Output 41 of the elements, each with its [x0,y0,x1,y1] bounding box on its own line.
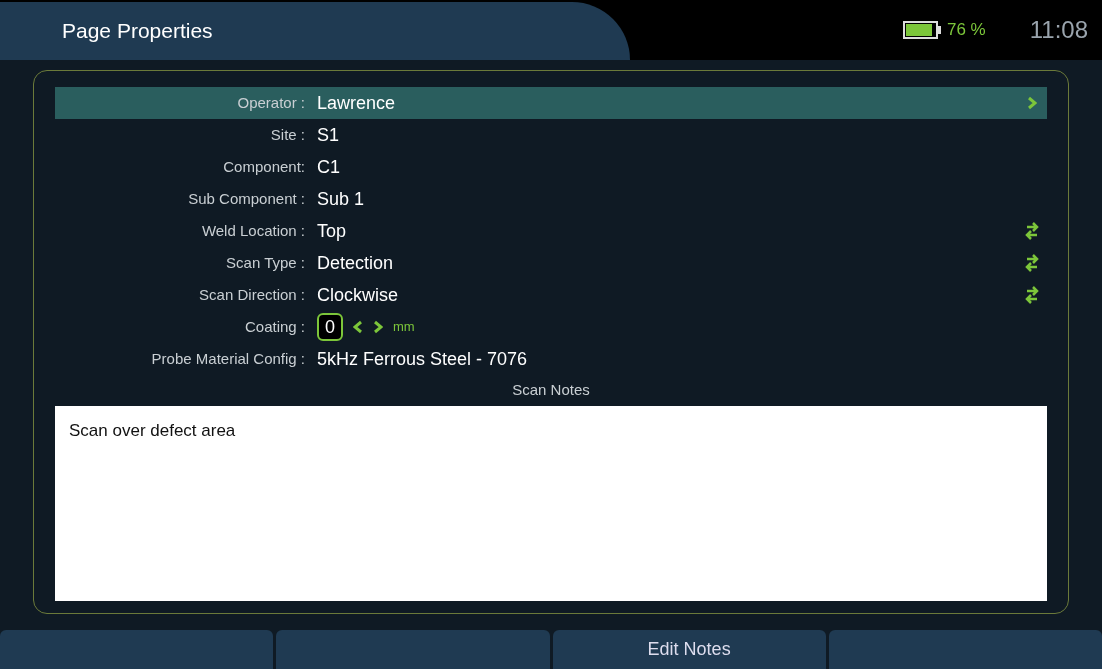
unit-label: mm [393,318,415,337]
property-row[interactable]: Coating : 0 mm [55,311,1047,343]
property-row[interactable]: Operator : Lawrence [55,87,1047,119]
coating-input[interactable]: 0 [317,313,343,341]
field-value: 5kHz Ferrous Steel - 7076 [317,347,528,371]
swap-arrows-icon[interactable] [1024,221,1040,241]
battery-percent: 76 % [946,19,986,42]
field-value: Lawrence [317,91,396,115]
field-label: Coating : [243,316,305,337]
property-row[interactable]: Sub Component : Sub 1 [55,183,1047,215]
field-value: S1 [317,123,340,147]
next-chevron-icon[interactable] [1027,96,1037,110]
field-label: Scan Type : [225,252,305,273]
property-row[interactable]: Probe Material Config : 5kHz Ferrous Steel - 7076 [55,343,1047,375]
field-label: Site : [269,124,305,145]
swap-arrows-icon[interactable] [1024,253,1040,273]
swap-arrows-icon[interactable] [1024,285,1040,305]
property-row[interactable]: Scan Direction : Clockwise [55,279,1047,311]
property-row[interactable]: Scan Type : Detection [55,247,1047,279]
field-value: C1 [317,155,340,179]
notes-heading: Scan Notes [511,380,591,400]
battery-icon [902,21,943,39]
field-value: Sub 1 [317,187,365,211]
softkey-button[interactable]: Edit Notes [552,630,826,669]
field-value: Top [317,219,347,243]
field-label: Component: [222,156,305,177]
field-value: Detection [317,251,394,275]
field-value: Clockwise [317,283,399,307]
property-row[interactable]: Component: C1 [55,151,1047,183]
field-label: Probe Material Config : [150,348,305,369]
increase-chevron-icon[interactable] [373,320,383,334]
field-label: Operator : [236,92,305,113]
page-title: Page Properties [62,18,213,45]
notes-text: Scan over defect area [69,420,236,440]
decrease-chevron-icon[interactable] [353,320,363,334]
clock-time: 11:08 [1029,15,1088,45]
field-label: Sub Component : [187,188,305,209]
field-label: Scan Direction : [198,284,305,305]
field-label: Weld Location : [200,220,305,241]
property-row[interactable]: Site : S1 [55,119,1047,151]
property-row[interactable]: Weld Location : Top [55,215,1047,247]
